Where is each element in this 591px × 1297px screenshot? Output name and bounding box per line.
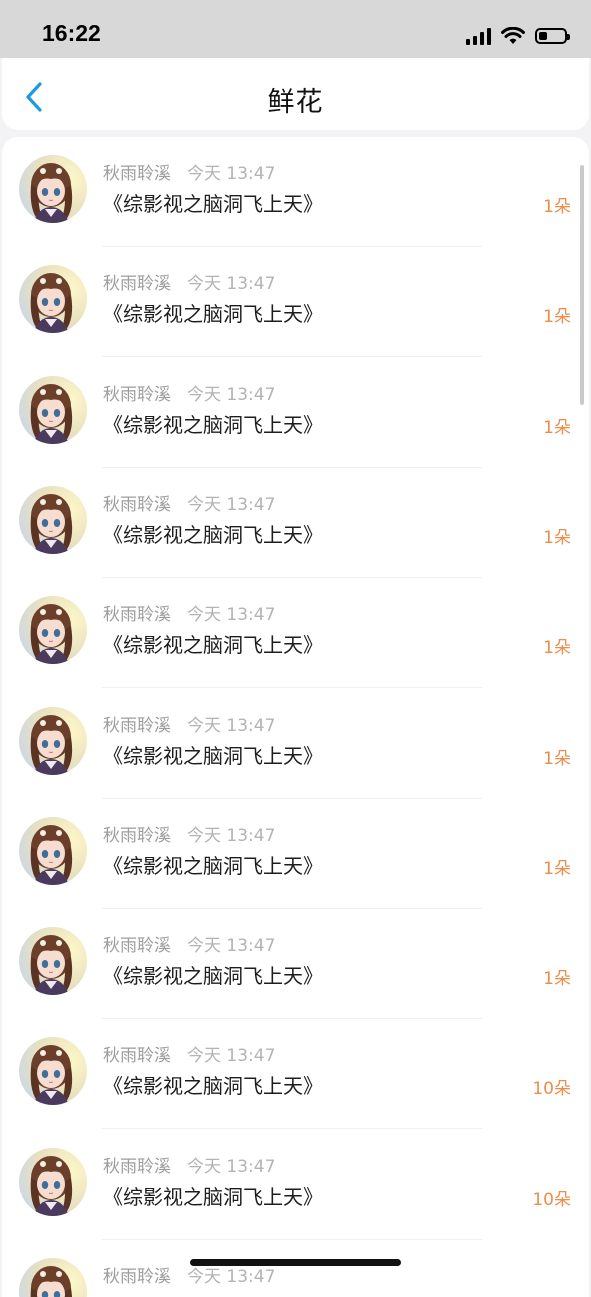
item-time: 今天 13:47: [187, 1267, 276, 1287]
item-meta: 秋雨聆溪 今天 13:47: [103, 1152, 275, 1177]
avatar-illustration-icon[interactable]: [19, 927, 87, 996]
item-meta: 秋雨聆溪 今天 13:47: [103, 821, 275, 846]
book-title: 《综影视之脑洞飞上天》: [103, 1074, 323, 1099]
item-time: 今天 13:47: [187, 1156, 276, 1177]
nav-bar: 鲜花: [2, 58, 589, 130]
flower-count: 1朵: [543, 969, 571, 990]
home-indicator[interactable]: [190, 1259, 401, 1266]
book-title: 《综影视之脑洞飞上天》: [103, 964, 323, 989]
list-item[interactable]: 秋雨聆溪 今天 13:47 《综影视之脑洞飞上天》 1朵: [2, 468, 589, 578]
list-item[interactable]: 秋雨聆溪 今天 13:47 《综影视之脑洞飞上天》 10朵: [2, 1130, 589, 1240]
item-meta: 秋雨聆溪 今天 13:47: [103, 159, 275, 184]
flower-count: 10朵: [532, 1189, 571, 1210]
flower-count: 10朵: [532, 1079, 571, 1100]
user-name[interactable]: 秋雨聆溪: [103, 605, 171, 625]
item-time: 今天 13:47: [187, 825, 276, 846]
user-name[interactable]: 秋雨聆溪: [103, 495, 171, 515]
item-time: 今天 13:47: [187, 274, 276, 295]
status-icons: [466, 22, 570, 50]
flower-count: 1朵: [543, 307, 571, 328]
avatar-illustration-icon[interactable]: [19, 485, 87, 554]
item-time: 今天 13:47: [187, 1046, 276, 1067]
list-item[interactable]: 秋雨聆溪 今天 13:47 《综影视之脑洞飞上天》 1朵: [2, 799, 589, 909]
item-time: 今天 13:47: [187, 715, 276, 736]
item-meta: 秋雨聆溪 今天 13:47: [103, 1041, 275, 1066]
user-name[interactable]: 秋雨聆溪: [103, 936, 171, 956]
avatar-illustration-icon[interactable]: [19, 375, 87, 444]
user-name[interactable]: 秋雨聆溪: [103, 1046, 171, 1066]
list-item[interactable]: 秋雨聆溪 今天 13:47 《综影视之脑洞飞上天》 1朵: [2, 689, 589, 799]
signal-icon: [466, 27, 491, 45]
avatar-illustration-icon[interactable]: [19, 265, 87, 334]
book-title: 《综影视之脑洞飞上天》: [103, 192, 323, 216]
status-bar: 16:22: [0, 0, 591, 58]
flower-count: 1朵: [543, 748, 571, 769]
scrollbar[interactable]: [580, 165, 584, 405]
battery-icon: [535, 28, 570, 44]
item-time: 今天 13:47: [187, 494, 276, 515]
user-name[interactable]: 秋雨聆溪: [103, 385, 171, 405]
item-time: 今天 13:47: [187, 605, 276, 626]
avatar-illustration-icon[interactable]: [19, 1037, 87, 1106]
item-meta: 秋雨聆溪 今天 13:47: [103, 600, 275, 625]
book-title: 《综影视之脑洞飞上天》: [103, 412, 323, 437]
user-name[interactable]: 秋雨聆溪: [103, 1267, 171, 1287]
user-name[interactable]: 秋雨聆溪: [103, 274, 171, 294]
list-item[interactable]: 秋雨聆溪 今天 13:47 《综影视之脑洞飞上天》 1朵: [2, 137, 589, 247]
book-title: 《综影视之脑洞飞上天》: [103, 853, 323, 878]
flower-count: 1朵: [543, 197, 571, 217]
list-item[interactable]: 秋雨聆溪 今天 13:47 《综影视之脑洞飞上天》 10朵: [2, 1019, 589, 1130]
avatar-illustration-icon[interactable]: [19, 596, 87, 665]
flower-count: 1朵: [543, 638, 571, 659]
flower-count: 1朵: [543, 858, 571, 879]
user-name[interactable]: 秋雨聆溪: [103, 716, 171, 736]
list-item[interactable]: 秋雨聆溪 今天 13:47 《综影视之脑洞飞上天》 1朵: [2, 909, 589, 1020]
wifi-icon: [501, 27, 525, 44]
item-meta: 秋雨聆溪 今天 13:47: [103, 490, 275, 515]
book-title: 《综影视之脑洞飞上天》: [103, 743, 323, 768]
item-meta: 秋雨聆溪 今天 13:47: [103, 269, 275, 294]
item-meta: 秋雨聆溪 今天 13:47: [103, 931, 275, 956]
item-time: 今天 13:47: [187, 384, 276, 405]
page-title: 鲜花: [267, 87, 324, 118]
avatar-illustration-icon[interactable]: [19, 1147, 87, 1216]
list-item[interactable]: 秋雨聆溪 今天 13:47: [2, 1240, 589, 1297]
status-time: 16:22: [42, 20, 101, 46]
user-name[interactable]: 秋雨聆溪: [103, 826, 171, 846]
book-title: 《综影视之脑洞飞上天》: [103, 1184, 323, 1209]
item-time: 今天 13:47: [187, 164, 276, 184]
list-item[interactable]: 秋雨聆溪 今天 13:47 《综影视之脑洞飞上天》 1朵: [2, 247, 589, 358]
book-title: 《综影视之脑洞飞上天》: [103, 302, 323, 327]
flower-list: 秋雨聆溪 今天 13:47 《综影视之脑洞飞上天》 1朵 秋雨聆溪 今天 13:47…: [2, 137, 589, 1297]
book-title: 《综影视之脑洞飞上天》: [103, 522, 323, 547]
list-item[interactable]: 秋雨聆溪 今天 13:47 《综影视之脑洞飞上天》 1朵: [2, 578, 589, 689]
item-meta: 秋雨聆溪 今天 13:47: [103, 711, 275, 736]
item-meta: 秋雨聆溪 今天 13:47: [103, 380, 275, 405]
book-title: 《综影视之脑洞飞上天》: [103, 633, 323, 658]
user-name[interactable]: 秋雨聆溪: [103, 1157, 171, 1177]
avatar-illustration-icon[interactable]: [19, 1258, 87, 1297]
flower-count: 1朵: [543, 417, 571, 438]
avatar-illustration-icon[interactable]: [19, 155, 87, 223]
list-item[interactable]: 秋雨聆溪 今天 13:47 《综影视之脑洞飞上天》 1朵: [2, 358, 589, 468]
avatar-illustration-icon[interactable]: [19, 816, 87, 885]
avatar-illustration-icon[interactable]: [19, 706, 87, 775]
user-name[interactable]: 秋雨聆溪: [103, 164, 171, 184]
flower-count: 1朵: [543, 527, 571, 548]
item-time: 今天 13:47: [187, 936, 276, 957]
